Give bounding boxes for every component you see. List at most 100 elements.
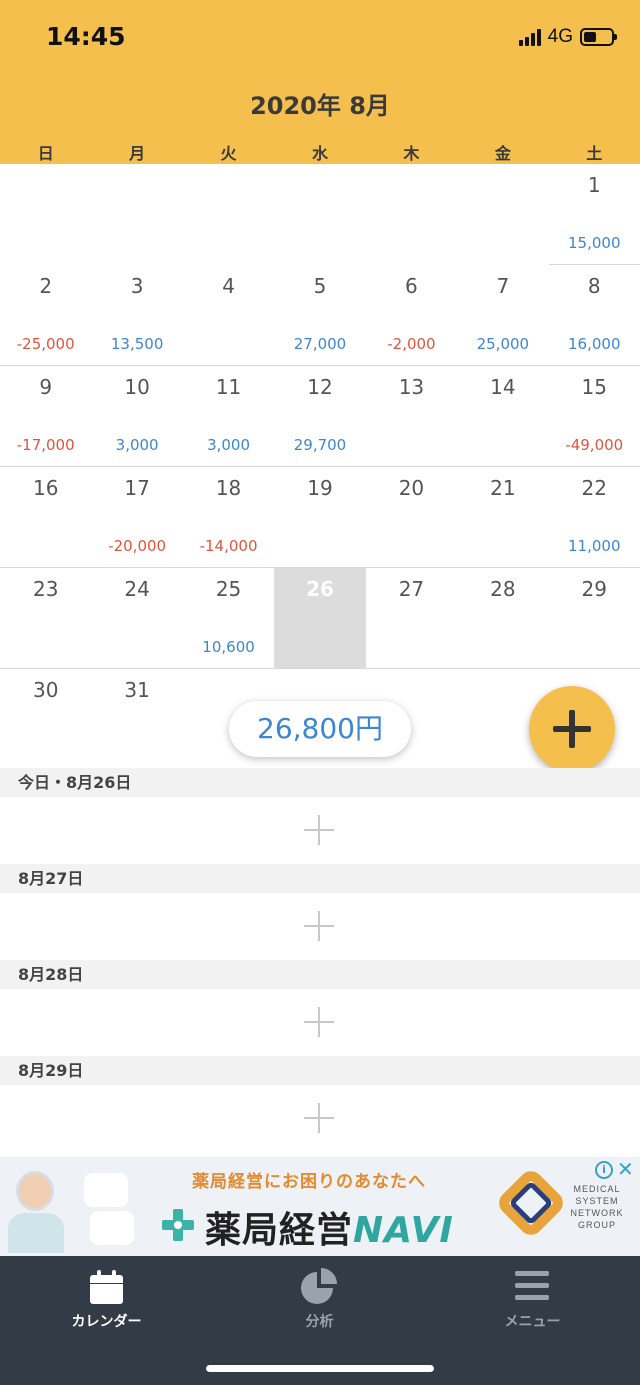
- day-add-row[interactable]: [0, 989, 640, 1056]
- day-add-row[interactable]: [0, 1085, 640, 1152]
- calendar-day[interactable]: 31: [91, 669, 183, 770]
- day-number: 19: [307, 476, 333, 500]
- calendar-day[interactable]: 13: [365, 366, 458, 467]
- ad-cross-icon: [162, 1209, 194, 1241]
- add-plus-icon[interactable]: [304, 911, 334, 941]
- ad-info-icon[interactable]: i: [595, 1161, 613, 1179]
- day-number: 16: [32, 476, 59, 500]
- calendar-day[interactable]: 2 -25,000: [0, 265, 92, 366]
- tab-label: 分析: [305, 1314, 334, 1330]
- day-number: 17: [124, 476, 150, 500]
- day-number: 1: [587, 173, 601, 197]
- calendar-day[interactable]: 6 -2,000: [365, 265, 458, 366]
- weekday-label: 日: [37, 144, 54, 163]
- app-header: 14:45 4G 2020年 8月 日 月 火 水 木 金 土: [0, 0, 640, 164]
- day-number: 14: [490, 375, 516, 399]
- calendar-day[interactable]: 15 -49,000: [548, 366, 640, 467]
- status-indicators: 4G: [518, 26, 617, 48]
- add-plus-icon[interactable]: [304, 1007, 334, 1037]
- calendar-day[interactable]: 11 3,000: [182, 366, 275, 467]
- day-income: 13,500: [110, 335, 164, 353]
- calendar-day[interactable]: 12 29,700: [274, 366, 366, 467]
- day-number: 22: [581, 476, 607, 500]
- tab-menu[interactable]: メニュー: [426, 1256, 639, 1356]
- ad-company-name: MEDICAL SYSTEM NETWORK GROUP: [570, 1184, 624, 1230]
- day-add-row[interactable]: [0, 797, 640, 864]
- weekday-label: 火: [220, 144, 237, 163]
- calendar-day[interactable]: 4: [182, 265, 275, 366]
- tab-calendar[interactable]: カレンダー: [0, 1256, 213, 1356]
- network-label: 4G: [547, 26, 573, 47]
- calendar-day[interactable]: 20: [365, 467, 458, 568]
- calendar-day[interactable]: 22 11,000: [548, 467, 640, 568]
- calendar-day-today[interactable]: 26: [274, 568, 366, 669]
- calendar-day[interactable]: 8 16,000: [548, 265, 640, 366]
- calendar-day[interactable]: 16: [0, 467, 92, 568]
- day-number: 29: [581, 577, 607, 601]
- calendar-day[interactable]: 3 13,500: [91, 265, 183, 366]
- calendar-day[interactable]: 24: [91, 568, 183, 669]
- calendar-day[interactable]: 9 -17,000: [0, 366, 92, 467]
- calendar-week: 1 15,000: [0, 164, 640, 265]
- day-header: 今日・8月26日: [0, 768, 640, 797]
- calendar-empty-cell: [366, 164, 457, 265]
- calendar-day[interactable]: 21: [457, 467, 549, 568]
- weekday-label: 木: [403, 144, 420, 163]
- day-income: 15,000: [568, 234, 621, 252]
- month-title[interactable]: 2020年 8月: [0, 86, 640, 121]
- ad-banner[interactable]: 薬局経営にお困りのあなたへ 薬局経営NAVI MEDICAL SYSTEM NE…: [0, 1157, 640, 1256]
- status-time: 14:45: [46, 22, 126, 51]
- day-expense: -49,000: [565, 436, 624, 454]
- day-number: 13: [398, 375, 425, 399]
- calendar-week: 9 -17,000 10 3,000 11 3,000 12 29,700 13 14 15 -49,…: [0, 366, 640, 467]
- calendar-day[interactable]: 23: [0, 568, 92, 669]
- day-number: 12: [307, 375, 333, 399]
- day-number: 5: [313, 274, 327, 298]
- day-number: 11: [215, 375, 242, 399]
- calendar-empty-cell: [0, 164, 91, 265]
- calendar-empty-cell: [91, 164, 182, 265]
- day-number: 21: [490, 476, 516, 500]
- calendar-day[interactable]: 30: [0, 669, 92, 770]
- calendar-day[interactable]: 29: [548, 568, 640, 669]
- ad-illustration: [8, 1163, 64, 1253]
- day-expense: -2,000: [387, 335, 436, 353]
- day-number: 30: [32, 678, 59, 702]
- day-header: 8月29日: [0, 1056, 640, 1085]
- calendar-day[interactable]: 1 15,000: [548, 164, 640, 265]
- tab-analysis[interactable]: 分析: [213, 1256, 426, 1356]
- day-number: 18: [215, 476, 242, 500]
- add-plus-icon[interactable]: [304, 1103, 334, 1133]
- calendar-icon: [90, 1270, 123, 1304]
- weekday-label: 水: [311, 144, 328, 163]
- day-expense: -17,000: [16, 436, 75, 454]
- weekday-row: 日 月 火 水 木 金 土: [0, 140, 640, 164]
- day-number: 2: [39, 274, 53, 298]
- day-number: 8: [587, 274, 601, 298]
- calendar-day[interactable]: 18 -14,000: [182, 467, 275, 568]
- pie-chart-icon: [301, 1268, 337, 1304]
- add-plus-icon[interactable]: [304, 815, 334, 845]
- calendar-day[interactable]: 5 27,000: [274, 265, 366, 366]
- day-number: 26: [306, 577, 334, 601]
- calendar-week: 2 -25,000 3 13,500 4 5 27,000 6 -2,000 7 25,000 8 16…: [0, 265, 640, 366]
- monthly-total[interactable]: 26,800円: [229, 701, 411, 757]
- day-add-row[interactable]: [0, 893, 640, 960]
- calendar-day[interactable]: 28: [457, 568, 549, 669]
- ad-close-icon[interactable]: ✕: [617, 1159, 634, 1179]
- day-income: 3,000: [207, 436, 251, 454]
- add-entry-button[interactable]: [529, 686, 615, 772]
- day-expense: -14,000: [199, 537, 258, 555]
- ad-brand: 薬局経営NAVI: [205, 1210, 454, 1251]
- calendar-day[interactable]: 14: [457, 366, 549, 467]
- calendar-day[interactable]: 25 10,600: [182, 568, 275, 669]
- calendar-day[interactable]: 7 25,000: [457, 265, 549, 366]
- day-number: 23: [32, 577, 59, 601]
- day-number: 31: [124, 678, 150, 702]
- calendar-day[interactable]: 19: [274, 467, 366, 568]
- battery-icon: [580, 28, 617, 46]
- calendar-day[interactable]: 10 3,000: [91, 366, 183, 467]
- calendar-day[interactable]: 27: [365, 568, 458, 669]
- calendar-day[interactable]: 17 -20,000: [91, 467, 183, 568]
- tab-label: メニュー: [504, 1314, 561, 1330]
